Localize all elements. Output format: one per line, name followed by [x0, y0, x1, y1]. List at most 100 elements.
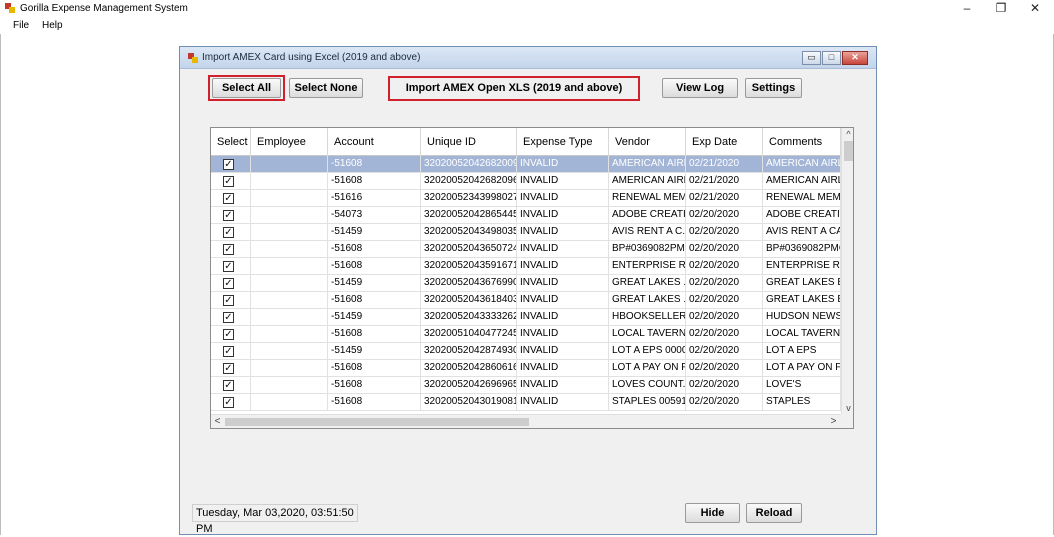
- cell-expense-type[interactable]: INVALID: [517, 241, 609, 258]
- cell-exp-date[interactable]: 02/20/2020: [686, 224, 763, 241]
- cell-unique-id[interactable]: 320200520426820969: [421, 173, 517, 190]
- cell-expense-type[interactable]: INVALID: [517, 360, 609, 377]
- cell-expense-type[interactable]: INVALID: [517, 343, 609, 360]
- table-row[interactable]: ✓ -51616 320200523439980278 INVALID RENEWAL …: [211, 190, 841, 207]
- cell-unique-id[interactable]: 320200520435916710: [421, 258, 517, 275]
- dialog-minimize-icon[interactable]: ▭: [802, 51, 821, 65]
- cell-employee[interactable]: [251, 377, 328, 394]
- cell-vendor[interactable]: HBOOKSELLER ...: [609, 309, 686, 326]
- menu-file[interactable]: File: [13, 20, 29, 31]
- col-exp-date[interactable]: Exp Date: [686, 128, 763, 156]
- cell-expense-type[interactable]: INVALID: [517, 156, 609, 173]
- cell-employee[interactable]: [251, 309, 328, 326]
- close-icon[interactable]: ✕: [1020, 0, 1050, 18]
- menu-help[interactable]: Help: [42, 20, 63, 31]
- cell-comments[interactable]: ENTERPRISE REN: [763, 258, 841, 275]
- cell-exp-date[interactable]: 02/20/2020: [686, 360, 763, 377]
- cell-vendor[interactable]: AVIS RENT A C...: [609, 224, 686, 241]
- row-checkbox[interactable]: ✓: [223, 346, 234, 357]
- cell-exp-date[interactable]: 02/20/2020: [686, 292, 763, 309]
- cell-expense-type[interactable]: INVALID: [517, 377, 609, 394]
- col-vendor[interactable]: Vendor: [609, 128, 686, 156]
- cell-account[interactable]: -51608: [328, 377, 421, 394]
- col-unique-id[interactable]: Unique ID: [421, 128, 517, 156]
- cell-comments[interactable]: LOCAL TAVERN F: [763, 326, 841, 343]
- col-select[interactable]: Select: [211, 128, 251, 156]
- cell-exp-date[interactable]: 02/20/2020: [686, 394, 763, 411]
- table-row[interactable]: ✓ -51608 320200520426820097 INVALID AMERICAN…: [211, 156, 841, 173]
- select-none-button[interactable]: Select None: [289, 78, 363, 98]
- cell-employee[interactable]: [251, 275, 328, 292]
- cell-expense-type[interactable]: INVALID: [517, 207, 609, 224]
- cell-account[interactable]: -51608: [328, 156, 421, 173]
- restore-icon[interactable]: ❐: [986, 0, 1016, 18]
- row-checkbox[interactable]: ✓: [223, 159, 234, 170]
- row-checkbox[interactable]: ✓: [223, 329, 234, 340]
- cell-vendor[interactable]: AMERICAN AIRL...: [609, 173, 686, 190]
- cell-comments[interactable]: LOVE'S: [763, 377, 841, 394]
- table-row[interactable]: ✓ -51459 320200520434980356 INVALID AVIS REN…: [211, 224, 841, 241]
- row-checkbox[interactable]: ✓: [223, 176, 234, 187]
- cell-comments[interactable]: ADOBE CREATIVE: [763, 207, 841, 224]
- cell-employee[interactable]: [251, 394, 328, 411]
- dialog-maximize-icon[interactable]: □: [822, 51, 841, 65]
- cell-unique-id[interactable]: 320200523439980278: [421, 190, 517, 207]
- cell-employee[interactable]: [251, 156, 328, 173]
- cell-expense-type[interactable]: INVALID: [517, 326, 609, 343]
- row-checkbox[interactable]: ✓: [223, 363, 234, 374]
- cell-employee[interactable]: [251, 343, 328, 360]
- cell-expense-type[interactable]: INVALID: [517, 292, 609, 309]
- table-row[interactable]: ✓ -51608 320200520430190810 INVALID STAPLES …: [211, 394, 841, 411]
- cell-expense-type[interactable]: INVALID: [517, 224, 609, 241]
- cell-expense-type[interactable]: INVALID: [517, 258, 609, 275]
- cell-expense-type[interactable]: INVALID: [517, 309, 609, 326]
- cell-exp-date[interactable]: 02/20/2020: [686, 258, 763, 275]
- row-checkbox[interactable]: ✓: [223, 193, 234, 204]
- cell-expense-type[interactable]: INVALID: [517, 394, 609, 411]
- cell-unique-id[interactable]: 320200520430190810: [421, 394, 517, 411]
- cell-comments[interactable]: LOT A EPS: [763, 343, 841, 360]
- row-checkbox[interactable]: ✓: [223, 397, 234, 408]
- cell-vendor[interactable]: BP#0369082PM...: [609, 241, 686, 258]
- cell-expense-type[interactable]: INVALID: [517, 173, 609, 190]
- cell-employee[interactable]: [251, 224, 328, 241]
- cell-exp-date[interactable]: 02/20/2020: [686, 377, 763, 394]
- scroll-down-icon[interactable]: v: [842, 402, 853, 414]
- cell-vendor[interactable]: ADOBE CREATI...: [609, 207, 686, 224]
- cell-unique-id[interactable]: 320200520433332627: [421, 309, 517, 326]
- cell-employee[interactable]: [251, 326, 328, 343]
- cell-employee[interactable]: [251, 360, 328, 377]
- cell-exp-date[interactable]: 02/21/2020: [686, 173, 763, 190]
- scroll-up-icon[interactable]: ^: [842, 128, 853, 140]
- table-row[interactable]: ✓ -51608 320200520426969658 INVALID LOVES CO…: [211, 377, 841, 394]
- table-row[interactable]: ✓ -51608 320200520436184031 INVALID GREAT LA…: [211, 292, 841, 309]
- cell-unique-id[interactable]: 320200520428606163: [421, 360, 517, 377]
- cell-expense-type[interactable]: INVALID: [517, 275, 609, 292]
- cell-employee[interactable]: [251, 207, 328, 224]
- table-row[interactable]: ✓ -51608 320200510404772451 INVALID LOCAL TA…: [211, 326, 841, 343]
- dialog-titlebar[interactable]: Import AMEX Card using Excel (2019 and a…: [180, 47, 876, 69]
- table-row[interactable]: ✓ -51459 320200520428749301 INVALID LOT A EP…: [211, 343, 841, 360]
- cell-account[interactable]: -51459: [328, 343, 421, 360]
- row-checkbox[interactable]: ✓: [223, 261, 234, 272]
- cell-comments[interactable]: AMERICAN AIRLIN: [763, 156, 841, 173]
- table-row[interactable]: ✓ -51459 320200520433332627 INVALID HBOOKSEL…: [211, 309, 841, 326]
- cell-comments[interactable]: HUDSON NEWS CC: [763, 309, 841, 326]
- cell-exp-date[interactable]: 02/20/2020: [686, 207, 763, 224]
- cell-account[interactable]: -51608: [328, 258, 421, 275]
- col-account[interactable]: Account: [328, 128, 421, 156]
- cell-vendor[interactable]: GREAT LAKES ...: [609, 275, 686, 292]
- vertical-scrollbar[interactable]: ^ v: [841, 128, 853, 414]
- import-amex-button[interactable]: Import AMEX Open XLS (2019 and above): [392, 79, 636, 98]
- table-row[interactable]: ✓ -51608 320200520426820969 INVALID AMERICAN…: [211, 173, 841, 190]
- cell-vendor[interactable]: LOVES COUNT...: [609, 377, 686, 394]
- cell-employee[interactable]: [251, 258, 328, 275]
- cell-exp-date[interactable]: 02/20/2020: [686, 241, 763, 258]
- reload-button[interactable]: Reload: [746, 503, 802, 523]
- cell-comments[interactable]: GREAT LAKES BRE: [763, 275, 841, 292]
- cell-comments[interactable]: AMERICAN AIRLIN: [763, 173, 841, 190]
- cell-comments[interactable]: LOT A PAY ON FOC: [763, 360, 841, 377]
- table-row[interactable]: ✓ -51608 320200520428606163 INVALID LOT A PA…: [211, 360, 841, 377]
- cell-account[interactable]: -51608: [328, 394, 421, 411]
- transactions-grid[interactable]: Select Employee Account Unique ID Expens…: [210, 127, 854, 429]
